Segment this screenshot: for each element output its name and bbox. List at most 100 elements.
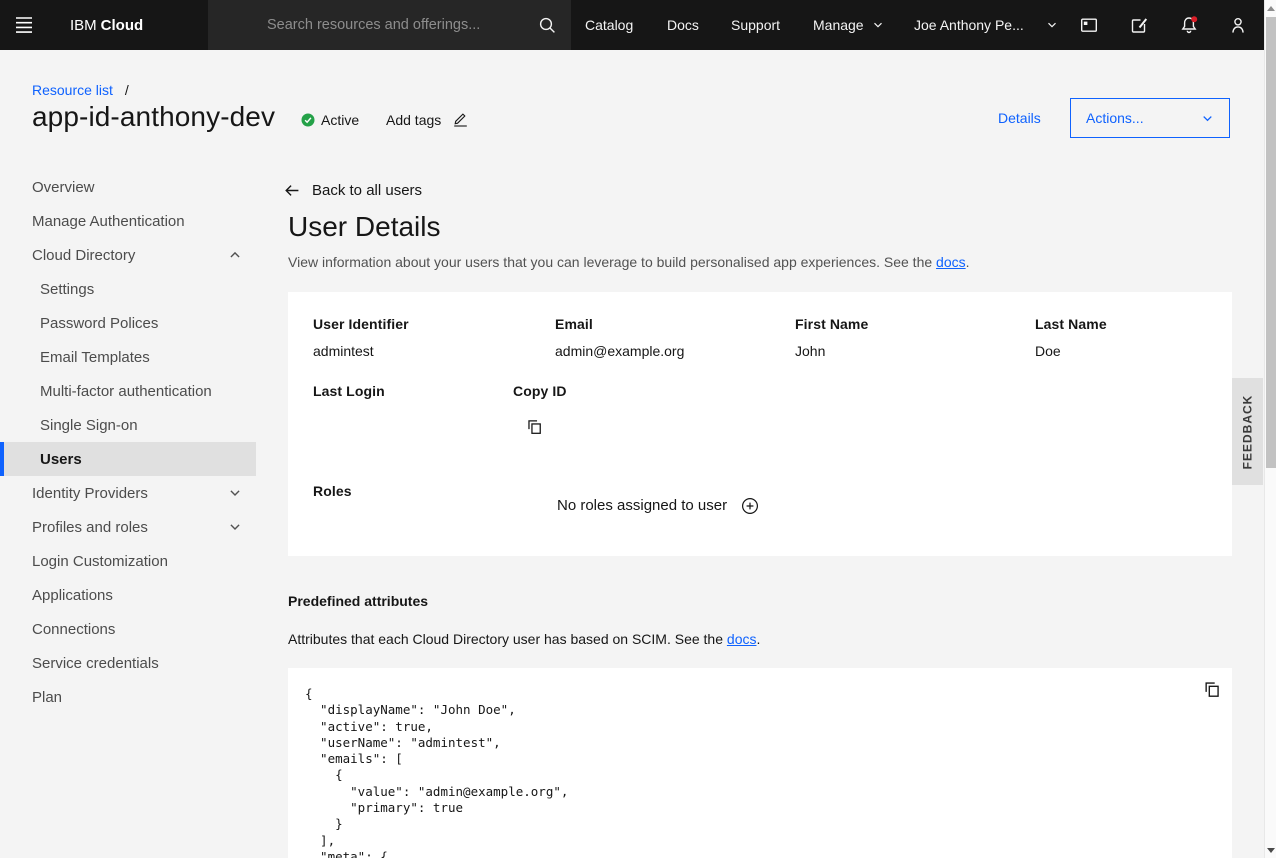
brand-bold: Cloud xyxy=(101,17,144,34)
user-menu-label: Joe Anthony Pe... xyxy=(914,17,1024,33)
sidebar-item-label: Connections xyxy=(32,621,115,638)
sidebar-item-label: Email Templates xyxy=(40,349,150,366)
add-tags-label: Add tags xyxy=(386,112,441,128)
status-badge: Active xyxy=(301,112,359,128)
actions-label: Actions... xyxy=(1086,110,1144,126)
add-plus-circle-icon xyxy=(741,497,759,515)
nav-manage[interactable]: Manage xyxy=(813,0,884,50)
search-input[interactable] xyxy=(208,0,571,50)
breadcrumb-resource-list-link[interactable]: Resource list xyxy=(32,82,113,98)
sidebar-item-cloud-directory[interactable]: Cloud Directory xyxy=(0,238,256,272)
description-suffix: . xyxy=(756,631,760,647)
copy-icon xyxy=(526,418,543,435)
ibm-cloud-logo[interactable]: IBMCloud xyxy=(70,0,143,50)
user-details-card: User Identifier Email First Name Last Na… xyxy=(288,292,1232,556)
back-to-all-users-link[interactable]: Back to all users xyxy=(283,182,422,199)
sidebar-item-service-credentials[interactable]: Service credentials xyxy=(0,646,256,680)
field-label-copy-id: Copy ID xyxy=(513,383,567,399)
scrollbar-thumb[interactable] xyxy=(1266,17,1276,468)
sidebar-item-label: Plan xyxy=(32,689,62,706)
add-tags-button[interactable]: Add tags xyxy=(386,111,469,128)
docs-link[interactable]: docs xyxy=(936,254,966,270)
user-menu[interactable]: Joe Anthony Pe... xyxy=(914,0,1058,50)
feedback-tab[interactable]: FEEDBACK xyxy=(1232,378,1263,485)
sidebar-item-label: Applications xyxy=(32,587,113,604)
sidebar-item-label: Manage Authentication xyxy=(32,213,185,230)
check-circle-icon xyxy=(301,113,315,127)
feedback-tab-label: FEEDBACK xyxy=(1241,394,1255,469)
roles-empty-text: No roles assigned to user xyxy=(557,497,727,514)
sidebar-item-password-polices[interactable]: Password Polices xyxy=(0,306,256,340)
nav-docs[interactable]: Docs xyxy=(667,0,699,50)
search-button[interactable] xyxy=(531,9,563,41)
chevron-down-icon xyxy=(872,19,884,31)
field-label-last-login: Last Login xyxy=(313,383,385,399)
copy-id-button[interactable] xyxy=(526,418,543,435)
sidebar-item-email-templates[interactable]: Email Templates xyxy=(0,340,256,374)
sidebar-item-manage-authentication[interactable]: Manage Authentication xyxy=(0,204,256,238)
header-search xyxy=(208,0,571,50)
description-text: View information about your users that y… xyxy=(288,254,936,270)
chevron-down-icon xyxy=(1201,112,1214,125)
sidebar-item-label: Password Polices xyxy=(40,315,158,332)
back-link-label: Back to all users xyxy=(312,182,422,199)
cloud-shell-button[interactable] xyxy=(1073,9,1105,41)
predefined-attributes-title: Predefined attributes xyxy=(288,593,428,609)
scim-attributes-code-block: { "displayName": "John Doe", "active": t… xyxy=(288,668,1232,858)
sidebar-item-identity-providers[interactable]: Identity Providers xyxy=(0,476,256,510)
vertical-scrollbar xyxy=(1264,0,1276,858)
sidebar-item-label: Multi-factor authentication xyxy=(40,383,212,400)
section-title: User Details xyxy=(288,211,440,243)
sidebar-item-multi-factor-authentication[interactable]: Multi-factor authentication xyxy=(0,374,256,408)
copy-code-button[interactable] xyxy=(1203,680,1221,698)
cloud-shell-icon xyxy=(1079,15,1099,35)
sidebar-item-profiles-and-roles[interactable]: Profiles and roles xyxy=(0,510,256,544)
sidebar-item-users[interactable]: Users xyxy=(0,442,256,476)
scrollbar-up-arrow[interactable] xyxy=(1267,6,1275,11)
sidebar-item-label: Cloud Directory xyxy=(32,247,135,264)
nav-support[interactable]: Support xyxy=(731,0,780,50)
chevron-down-icon xyxy=(1046,19,1058,31)
sidebar-item-applications[interactable]: Applications xyxy=(0,578,256,612)
scrollbar-down-arrow[interactable] xyxy=(1267,848,1275,853)
sidebar-item-login-customization[interactable]: Login Customization xyxy=(0,544,256,578)
sidebar-item-overview[interactable]: Overview xyxy=(0,170,256,204)
user-avatar-icon xyxy=(1228,15,1248,35)
edit-pencil-icon xyxy=(452,111,469,128)
chevron-up-icon xyxy=(228,248,242,262)
sidebar-item-connections[interactable]: Connections xyxy=(0,612,256,646)
details-link[interactable]: Details xyxy=(998,110,1041,126)
description-suffix: . xyxy=(966,254,970,270)
brand-prefix: IBM xyxy=(70,17,97,34)
nav-catalog[interactable]: Catalog xyxy=(585,0,633,50)
notifications-button[interactable] xyxy=(1173,9,1205,41)
arrow-left-icon xyxy=(283,182,300,199)
copy-icon xyxy=(1203,680,1221,698)
sidebar-item-label: Profiles and roles xyxy=(32,519,148,536)
sidebar-item-label: Users xyxy=(40,451,82,468)
chevron-down-icon xyxy=(228,486,242,500)
feedback-edit-button[interactable] xyxy=(1123,9,1155,41)
predefined-attributes-description: Attributes that each Cloud Directory use… xyxy=(288,631,760,647)
actions-dropdown[interactable]: Actions... xyxy=(1070,98,1230,138)
sidebar-item-label: Login Customization xyxy=(32,553,168,570)
field-label-roles: Roles xyxy=(313,483,352,499)
account-avatar-button[interactable] xyxy=(1222,9,1254,41)
nav-catalog-label: Catalog xyxy=(585,17,633,33)
sidebar-item-plan[interactable]: Plan xyxy=(0,680,256,714)
field-label-email: Email xyxy=(555,316,593,332)
status-label: Active xyxy=(321,112,359,128)
hamburger-menu-icon xyxy=(14,15,34,35)
field-value-user-identifier: admintest xyxy=(313,343,374,359)
docs-link[interactable]: docs xyxy=(727,631,757,647)
chevron-down-icon xyxy=(228,520,242,534)
breadcrumb-separator: / xyxy=(125,82,129,98)
nav-docs-label: Docs xyxy=(667,17,699,33)
hamburger-menu-button[interactable] xyxy=(8,9,40,41)
sidebar-item-settings[interactable]: Settings xyxy=(0,272,256,306)
masthead: IBMCloud Catalog Docs Support Manage Joe… xyxy=(0,0,1264,50)
add-role-button[interactable] xyxy=(741,497,759,515)
sidebar-item-label: Service credentials xyxy=(32,655,159,672)
search-icon xyxy=(537,15,557,35)
sidebar-item-single-sign-on[interactable]: Single Sign-on xyxy=(0,408,256,442)
